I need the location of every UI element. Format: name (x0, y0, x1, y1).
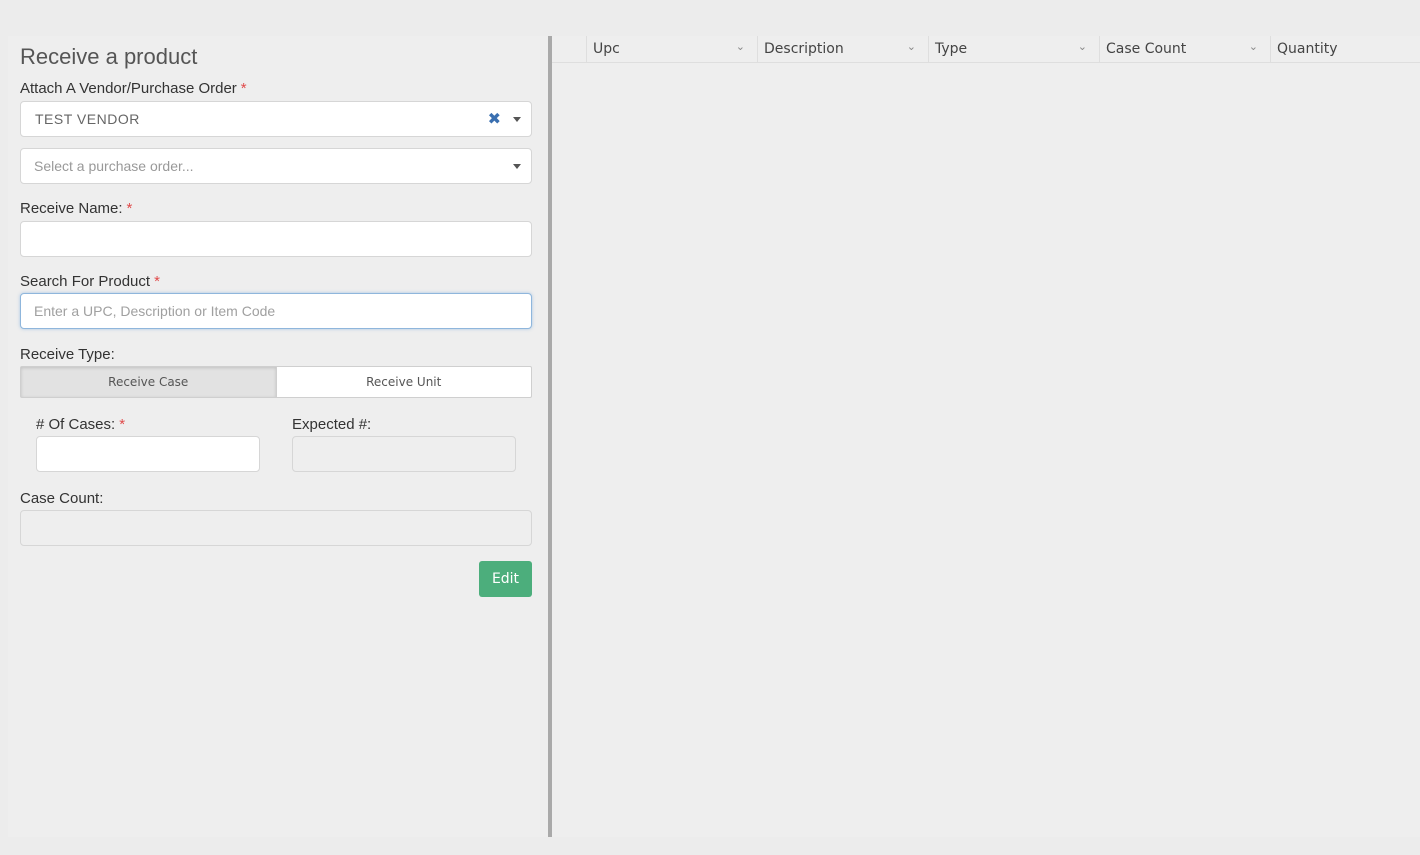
column-title: Quantity (1277, 41, 1338, 57)
vendor-label-text: Attach A Vendor/Purchase Order (20, 80, 237, 97)
grid-row-selector-header (552, 36, 587, 63)
receive-type-toggle: Receive Case Receive Unit (20, 366, 532, 398)
chevron-down-icon[interactable]: ⌄ (907, 40, 916, 53)
receive-name-input[interactable] (21, 222, 531, 256)
column-title: Description (764, 41, 844, 57)
grid-header: Upc ⌄ Description ⌄ Type ⌄ Case Count ⌄ … (552, 36, 1420, 63)
expected-field (292, 436, 516, 472)
column-title: Case Count (1106, 41, 1187, 57)
chevron-down-icon[interactable]: ⌄ (1078, 40, 1087, 53)
search-label: Search For Product * (20, 273, 160, 290)
cases-label: # Of Cases: * (36, 416, 125, 433)
search-input[interactable] (21, 294, 531, 328)
caret-down-icon[interactable] (513, 117, 521, 122)
receive-case-button[interactable]: Receive Case (21, 367, 277, 397)
page-title: Receive a product (20, 44, 198, 69)
chevron-down-icon[interactable]: ⌄ (1249, 40, 1258, 53)
receive-name-field[interactable] (20, 221, 532, 257)
search-field[interactable] (20, 293, 532, 329)
column-title: Upc (593, 41, 620, 57)
close-icon[interactable]: ✖ (488, 109, 501, 129)
expected-label: Expected #: (292, 416, 372, 433)
required-mark: * (119, 416, 126, 433)
required-mark: * (154, 273, 160, 290)
vendor-select-value: TEST VENDOR (35, 111, 140, 127)
search-label-text: Search For Product (20, 273, 151, 290)
required-mark: * (240, 80, 247, 97)
app-frame: Receive a product Attach A Vendor/Purcha… (8, 36, 1420, 837)
caret-down-icon[interactable] (513, 164, 521, 169)
chevron-down-icon[interactable]: ⌄ (736, 40, 745, 53)
case-count-label: Case Count: (20, 490, 104, 507)
column-header-case-count[interactable]: Case Count ⌄ (1100, 36, 1271, 63)
cases-label-text: # Of Cases: (36, 416, 116, 433)
required-mark: * (126, 200, 133, 217)
column-header-quantity[interactable]: Quantity (1271, 36, 1420, 63)
receive-name-label: Receive Name: * (20, 200, 132, 217)
column-title: Type (935, 41, 968, 57)
vendor-select[interactable]: TEST VENDOR ✖ (20, 101, 532, 137)
receive-name-label-text: Receive Name: (20, 200, 123, 217)
purchase-order-select[interactable]: Select a purchase order... (20, 148, 532, 184)
purchase-order-placeholder: Select a purchase order... (34, 158, 194, 174)
vendor-label: Attach A Vendor/Purchase Order * (20, 80, 247, 97)
column-header-type[interactable]: Type ⌄ (929, 36, 1100, 63)
cases-field[interactable] (36, 436, 260, 472)
cases-input[interactable] (37, 437, 259, 471)
column-header-upc[interactable]: Upc ⌄ (587, 36, 758, 63)
receive-form-panel: Receive a product Attach A Vendor/Purcha… (8, 36, 548, 837)
receive-unit-button[interactable]: Receive Unit (277, 367, 532, 397)
case-count-field (20, 510, 532, 546)
receive-type-label: Receive Type: (20, 346, 115, 363)
received-items-grid: Upc ⌄ Description ⌄ Type ⌄ Case Count ⌄ … (552, 36, 1420, 837)
column-header-description[interactable]: Description ⌄ (758, 36, 929, 63)
edit-button[interactable]: Edit (479, 561, 532, 597)
